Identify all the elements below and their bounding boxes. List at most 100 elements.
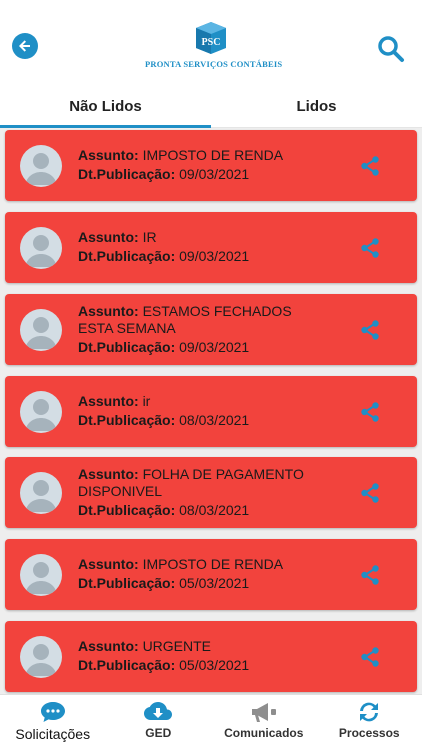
share-icon xyxy=(361,564,379,585)
date-label: Dt.Publicação: xyxy=(78,165,176,182)
date-value: 09/03/2021 xyxy=(179,247,250,264)
message-info: Assunto: IR Dt.Publicação: 09/03/2021 xyxy=(78,229,338,265)
user-placeholder-icon xyxy=(25,398,57,431)
search-button[interactable] xyxy=(376,34,406,64)
chat-bubble-icon xyxy=(40,702,65,722)
refresh-icon xyxy=(360,702,379,722)
cloud-download-icon xyxy=(144,702,173,720)
subject-value: DISPONIVEL xyxy=(78,483,163,499)
message-card[interactable]: Assunto: ESTAMOS FECHADOS ESTA SEMANA Dt.P… xyxy=(5,294,417,365)
nav-label: Processos xyxy=(338,726,400,740)
subject-label: Assunto: xyxy=(78,303,139,319)
share-button[interactable] xyxy=(359,564,381,586)
date-value: 05/03/2021 xyxy=(179,656,250,673)
search-icon xyxy=(378,36,404,62)
avatar xyxy=(20,308,62,351)
subject-value: ESTAMOS FECHADOS xyxy=(142,303,292,319)
nav-processos[interactable]: Processos xyxy=(317,695,422,750)
subject-value: IMPOSTO DE RENDA xyxy=(142,146,284,163)
share-icon xyxy=(361,646,379,667)
date-row: Dt.Publicação: 09/03/2021 xyxy=(78,248,338,265)
date-row: Dt.Publicação: 08/03/2021 xyxy=(78,502,338,519)
user-placeholder-icon xyxy=(25,152,57,185)
share-button[interactable] xyxy=(359,319,381,341)
logo-mark-text: PSC xyxy=(202,37,221,48)
subject-row: Assunto: URGENTE xyxy=(78,638,338,655)
message-card[interactable]: Assunto: FOLHA DE PAGAMENTO DISPONIVEL Dt.… xyxy=(5,457,417,528)
subject-row: Assunto: FOLHA DE PAGAMENTO DISPONIVEL xyxy=(78,466,338,500)
date-label: Dt.Publicação: xyxy=(78,656,176,673)
message-info: Assunto: IMPOSTO DE RENDA Dt.Publicação: … xyxy=(78,147,338,183)
bottom-navigation: Solicitações GED Comunicados Processos xyxy=(0,694,422,750)
share-icon xyxy=(361,237,379,258)
message-card[interactable]: Assunto: URGENTE Dt.Publicação: 05/03/202… xyxy=(5,621,417,692)
brand-name: PRONTA SERVIÇOS CONTÁBEIS xyxy=(145,59,283,69)
subject-row: Assunto: IMPOSTO DE RENDA xyxy=(78,556,338,573)
subject-label: Assunto: xyxy=(78,228,139,245)
message-card[interactable]: Assunto: IR Dt.Publicação: 09/03/2021 xyxy=(5,212,417,283)
subject-value: ir xyxy=(142,392,151,409)
share-button[interactable] xyxy=(359,646,381,668)
avatar xyxy=(20,144,62,187)
subject-label: Assunto: xyxy=(78,555,139,572)
tab-read[interactable]: Lidos xyxy=(211,86,422,127)
avatar xyxy=(20,471,62,514)
date-value: 08/03/2021 xyxy=(179,502,250,518)
avatar xyxy=(20,390,62,433)
tab-unread[interactable]: Não Lidos xyxy=(0,86,211,128)
share-icon xyxy=(361,155,379,176)
date-row: Dt.Publicação: 05/03/2021 xyxy=(78,657,338,674)
subject-value: IR xyxy=(142,228,157,245)
user-placeholder-icon xyxy=(25,479,57,512)
app-header: PSC PRONTA SERVIÇOS CONTÁBEIS xyxy=(0,0,422,86)
subject-row: Assunto: IMPOSTO DE RENDA xyxy=(78,147,338,164)
avatar xyxy=(20,635,62,678)
share-button[interactable] xyxy=(359,482,381,504)
tab-bar: Não Lidos Lidos xyxy=(0,86,422,128)
message-card[interactable]: Assunto: IMPOSTO DE RENDA Dt.Publicação: … xyxy=(5,130,417,201)
subject-row: Assunto: ESTAMOS FECHADOS ESTA SEMANA xyxy=(78,303,338,337)
arrow-left-icon xyxy=(19,40,30,52)
message-card[interactable]: Assunto: ir Dt.Publicação: 08/03/2021 xyxy=(5,376,417,447)
nav-ged[interactable]: GED xyxy=(106,695,212,750)
subject-row: Assunto: IR xyxy=(78,229,338,246)
message-card[interactable]: Assunto: IMPOSTO DE RENDA Dt.Publicação: … xyxy=(5,539,417,610)
message-info: Assunto: ir Dt.Publicação: 08/03/2021 xyxy=(78,393,338,429)
share-icon xyxy=(361,401,379,422)
subject-value: IMPOSTO DE RENDA xyxy=(142,555,284,572)
subject-label: Assunto: xyxy=(78,146,139,163)
share-button[interactable] xyxy=(359,155,381,177)
date-value: 05/03/2021 xyxy=(179,574,250,591)
avatar xyxy=(20,553,62,596)
nav-label: GED xyxy=(145,726,172,740)
share-button[interactable] xyxy=(359,401,381,423)
megaphone-icon xyxy=(251,703,276,722)
date-row: Dt.Publicação: 09/03/2021 xyxy=(78,166,338,183)
date-row: Dt.Publicação: 05/03/2021 xyxy=(78,575,338,592)
date-label: Dt.Publicação: xyxy=(78,247,176,264)
share-icon xyxy=(361,319,379,340)
message-info: Assunto: URGENTE Dt.Publicação: 05/03/202… xyxy=(78,638,338,674)
subject-label: Assunto: xyxy=(78,637,139,654)
subject-label: Assunto: xyxy=(78,392,139,409)
avatar xyxy=(20,226,62,269)
subject-row: Assunto: ir xyxy=(78,393,338,410)
share-icon xyxy=(361,482,379,503)
user-placeholder-icon xyxy=(25,561,57,594)
user-placeholder-icon xyxy=(25,234,57,267)
share-button[interactable] xyxy=(359,237,381,259)
date-value: 09/03/2021 xyxy=(179,165,250,182)
subject-label: Assunto: xyxy=(78,466,139,482)
brand-logo: PSC PRONTA SERVIÇOS CONTÁBEIS xyxy=(145,20,283,80)
logo-mark-icon: PSC xyxy=(196,22,226,54)
date-value: 09/03/2021 xyxy=(179,339,250,355)
date-label: Dt.Publicação: xyxy=(78,574,176,591)
nav-solicitacoes[interactable]: Solicitações xyxy=(0,695,106,750)
message-list: Assunto: IMPOSTO DE RENDA Dt.Publicação: … xyxy=(0,128,422,694)
back-button[interactable] xyxy=(12,33,38,59)
user-placeholder-icon xyxy=(25,316,57,349)
subject-value: FOLHA DE PAGAMENTO xyxy=(142,466,304,482)
user-placeholder-icon xyxy=(25,643,57,676)
nav-comunicados[interactable]: Comunicados xyxy=(211,695,317,750)
message-info: Assunto: IMPOSTO DE RENDA Dt.Publicação: … xyxy=(78,556,338,592)
